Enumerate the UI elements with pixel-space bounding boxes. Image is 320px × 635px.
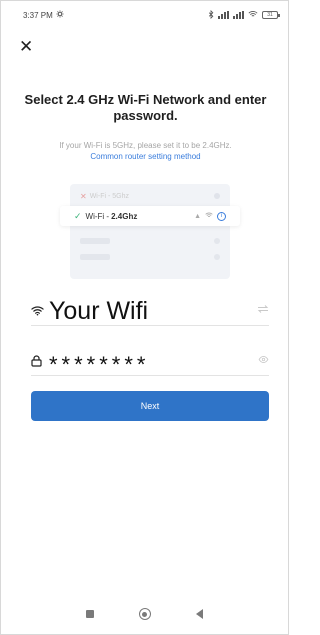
phone-screen: 3:37 PM 31 ✕ Select 2.4 GHz Wi-Fi Networ…: [0, 0, 289, 635]
signal-icon: [218, 11, 229, 19]
next-button[interactable]: Next: [31, 391, 269, 421]
status-bar: 3:37 PM 31: [1, 1, 288, 29]
settings-gear-icon: [56, 10, 64, 20]
wifi-icon: [31, 305, 49, 316]
status-left: 3:37 PM: [23, 10, 64, 20]
band-hint: If your Wi-Fi is 5GHz, please set it to …: [59, 141, 232, 150]
password-value: ********: [49, 351, 150, 377]
illustration-accepted-row: ✓ Wi-Fi - 2.4Ghz ▲ i: [60, 206, 240, 226]
status-right: 31: [208, 9, 280, 21]
router-setting-link[interactable]: Common router setting method: [15, 151, 276, 162]
illustration-row-icons: ▲ i: [194, 211, 226, 221]
password-field[interactable]: ********: [31, 346, 269, 377]
illustration-accepted-prefix: Wi-Fi -: [85, 211, 110, 221]
ghost-row: [80, 254, 220, 262]
battery-icon: 31: [262, 11, 280, 19]
wifi-name-field[interactable]: Your Wifi: [31, 296, 269, 326]
back-button[interactable]: [196, 609, 204, 619]
recent-apps-button[interactable]: [85, 610, 94, 618]
illustration-rejected-row: ✕ Wi-Fi - 5Ghz: [70, 188, 230, 204]
page-title: Select 2.4 GHz Wi-Fi Network and enter p…: [24, 92, 267, 123]
lock-small-icon: ▲: [194, 212, 201, 220]
bluetooth-icon: [208, 9, 214, 21]
wifi-band-illustration: ✕ Wi-Fi - 5Ghz ✓ Wi-Fi - 2.4Ghz ▲ i: [60, 184, 240, 279]
illustration-accepted-band: 2.4Ghz: [111, 211, 138, 221]
wifi-small-icon: [205, 212, 213, 220]
check-icon: ✓: [74, 210, 82, 221]
lock-icon: [31, 354, 49, 367]
eye-icon[interactable]: [249, 355, 269, 366]
close-icon[interactable]: ✕: [19, 37, 39, 57]
system-nav-bar: [1, 594, 288, 634]
illustration-rejected-label: Wi-Fi - 5Ghz: [89, 192, 129, 200]
home-button[interactable]: [138, 608, 151, 620]
status-time: 3:37 PM: [23, 10, 53, 20]
ghost-row: [80, 238, 220, 246]
switch-network-icon[interactable]: [249, 305, 269, 316]
signal-icon-2: [233, 11, 244, 19]
wifi-name-value: Your Wifi: [49, 296, 149, 325]
cross-icon: ✕: [80, 191, 87, 201]
wifi-status-icon: [248, 10, 258, 20]
ghost-dot: [214, 193, 220, 199]
info-icon: i: [217, 211, 226, 221]
